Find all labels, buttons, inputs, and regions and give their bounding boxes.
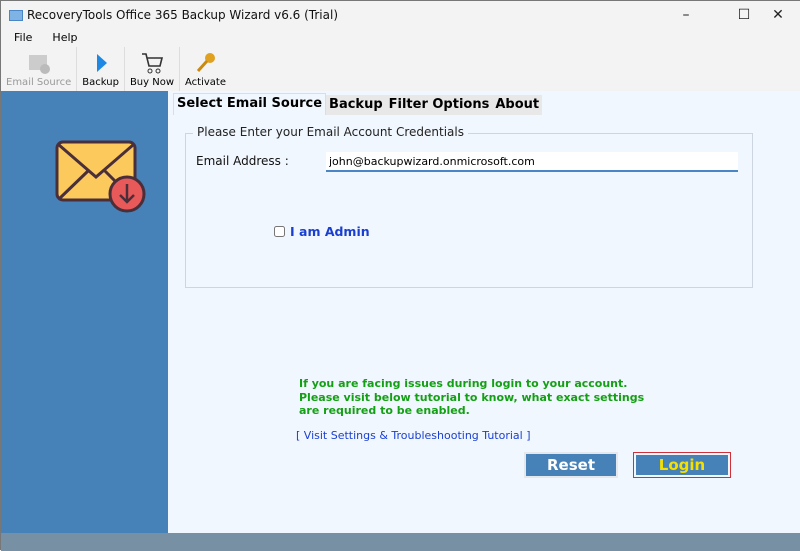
backup-button[interactable]: Backup: [77, 47, 125, 91]
toolbar: Email Source Backup Buy Now Activate: [1, 47, 800, 91]
admin-checkbox[interactable]: [274, 226, 285, 237]
credentials-group: Please Enter your Email Account Credenti…: [185, 125, 753, 288]
login-help-text: If you are facing issues during login to…: [299, 377, 645, 417]
play-icon: [96, 54, 107, 72]
admin-label: I am Admin: [290, 224, 370, 239]
tutorial-link[interactable]: [ Visit Settings & Troubleshooting Tutor…: [296, 429, 531, 442]
reset-button[interactable]: Reset: [524, 452, 618, 478]
email-input[interactable]: [326, 152, 738, 172]
email-source-button[interactable]: Email Source: [1, 47, 78, 91]
tab-filter-options[interactable]: Filter Options: [385, 95, 493, 115]
login-button[interactable]: Login: [633, 452, 731, 478]
activate-button[interactable]: Activate: [180, 47, 231, 91]
tab-select-email-source[interactable]: Select Email Source: [173, 93, 327, 115]
email-download-icon: [55, 140, 146, 213]
tab-backup[interactable]: Backup: [326, 95, 386, 115]
menu-help[interactable]: Help: [39, 29, 84, 47]
email-label: Email Address :: [196, 154, 289, 168]
credentials-legend: Please Enter your Email Account Credenti…: [193, 125, 468, 139]
tab-bar: Select Email Source Backup Filter Option…: [173, 93, 543, 115]
sidebar: [1, 91, 168, 533]
window-title: RecoveryTools Office 365 Backup Wizard v…: [27, 8, 339, 22]
key-icon: [196, 53, 215, 73]
menu-bar: File Help: [1, 29, 800, 47]
tab-about[interactable]: About: [492, 95, 543, 115]
minimize-button[interactable]: –: [663, 1, 709, 29]
app-icon: [9, 9, 23, 21]
close-button[interactable]: ✕: [755, 1, 800, 29]
folder-add-icon: [28, 55, 50, 74]
admin-checkbox-row[interactable]: I am Admin: [274, 224, 370, 239]
status-bar: [1, 533, 800, 551]
main-panel: Select Email Source Backup Filter Option…: [168, 91, 800, 533]
menu-file[interactable]: File: [1, 29, 39, 47]
buy-now-button[interactable]: Buy Now: [125, 47, 181, 91]
cart-icon: [141, 53, 163, 74]
